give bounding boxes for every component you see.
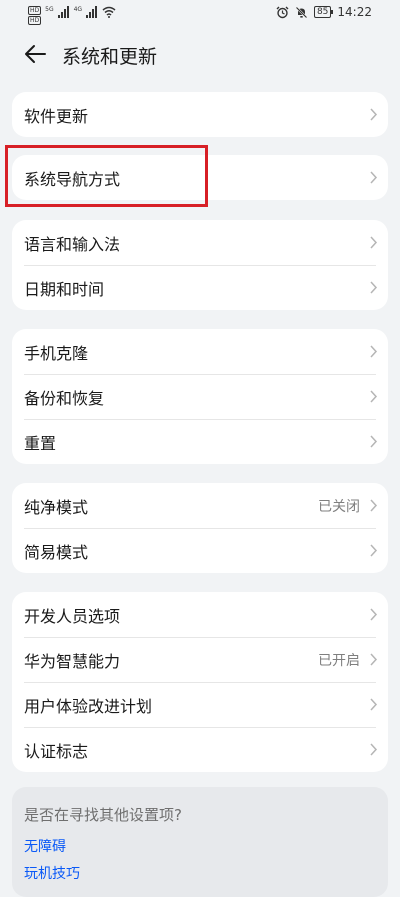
row-user-experience[interactable]: 用户体验改进计划	[12, 682, 388, 727]
settings-group-2: 系统导航方式	[12, 155, 388, 200]
sim1-badge: HD	[28, 6, 42, 15]
row-huawei-ai[interactable]: 华为智慧能力 已开启	[12, 637, 388, 682]
settings-group-3: 语言和输入法 日期和时间	[12, 220, 388, 310]
row-label: 备份和恢复	[24, 388, 105, 408]
status-value: 已关闭	[318, 498, 360, 515]
chevron-right-icon	[370, 544, 378, 557]
chevron-right-icon	[370, 281, 378, 294]
sim-stack: HD HD	[28, 6, 42, 25]
chevron-right-icon	[370, 743, 378, 756]
row-system-navigation[interactable]: 系统导航方式	[12, 155, 388, 200]
chevron-right-icon	[370, 236, 378, 249]
signal1-icon	[57, 6, 70, 18]
sim2-badge: HD	[28, 16, 42, 25]
settings-group-4: 手机克隆 备份和恢复 重置	[12, 329, 388, 464]
chevron-right-icon	[370, 390, 378, 403]
row-backup-restore[interactable]: 备份和恢复	[12, 374, 388, 419]
alarm-icon	[276, 6, 289, 18]
status-bar: HD HD 5G 4G 85 14:22	[0, 0, 400, 28]
status-bar-left: HD HD 5G 4G	[28, 6, 116, 25]
row-label: 认证标志	[24, 741, 89, 761]
row-language-input[interactable]: 语言和输入法	[12, 220, 388, 265]
mute-bell-icon	[295, 6, 308, 18]
settings-group-1: 软件更新	[12, 92, 388, 137]
suggestions-question: 是否在寻找其他设置项?	[24, 806, 182, 824]
network1-label: 5G	[45, 6, 54, 13]
back-arrow-icon[interactable]	[22, 41, 48, 67]
chevron-right-icon	[370, 345, 378, 358]
row-label: 语言和输入法	[24, 234, 121, 254]
chevron-right-icon	[370, 435, 378, 448]
chevron-right-icon	[370, 499, 378, 512]
app-header: 系统和更新	[0, 30, 400, 78]
suggestions-card: 是否在寻找其他设置项? 无障碍 玩机技巧	[12, 787, 388, 897]
row-developer-options[interactable]: 开发人员选项	[12, 592, 388, 637]
row-software-update[interactable]: 软件更新	[12, 92, 388, 137]
row-pure-mode[interactable]: 纯净模式 已关闭	[12, 483, 388, 528]
chevron-right-icon	[370, 698, 378, 711]
chevron-right-icon	[370, 108, 378, 121]
row-label: 软件更新	[24, 106, 89, 126]
row-phone-clone[interactable]: 手机克隆	[12, 329, 388, 374]
row-label: 重置	[24, 433, 57, 453]
chevron-right-icon	[370, 171, 378, 184]
battery-icon: 85	[313, 6, 334, 18]
row-simple-mode[interactable]: 简易模式	[12, 528, 388, 573]
signal2-icon	[86, 6, 98, 18]
row-reset[interactable]: 重置	[12, 419, 388, 464]
link-tips[interactable]: 玩机技巧	[24, 863, 80, 883]
page-title: 系统和更新	[62, 46, 158, 68]
chevron-right-icon	[370, 608, 378, 621]
row-label: 日期和时间	[24, 279, 105, 299]
row-label: 简易模式	[24, 542, 89, 562]
wifi-icon	[102, 6, 116, 18]
row-date-time[interactable]: 日期和时间	[12, 265, 388, 310]
row-certification[interactable]: 认证标志	[12, 727, 388, 772]
row-label: 开发人员选项	[24, 606, 121, 626]
settings-group-6: 开发人员选项 华为智慧能力 已开启 用户体验改进计划 认证标志	[12, 592, 388, 772]
row-label: 系统导航方式	[24, 169, 121, 189]
status-time: 14:22	[337, 5, 372, 19]
row-label: 用户体验改进计划	[24, 696, 153, 716]
settings-group-5: 纯净模式 已关闭 简易模式	[12, 483, 388, 573]
row-label: 纯净模式	[24, 497, 89, 517]
row-label: 华为智慧能力	[24, 651, 121, 671]
chevron-right-icon	[370, 653, 378, 666]
link-accessibility[interactable]: 无障碍	[24, 836, 66, 856]
row-label: 手机克隆	[24, 343, 89, 363]
status-value: 已开启	[318, 652, 360, 669]
network2-label: 4G	[73, 6, 83, 13]
status-bar-right: 85 14:22	[276, 5, 372, 19]
